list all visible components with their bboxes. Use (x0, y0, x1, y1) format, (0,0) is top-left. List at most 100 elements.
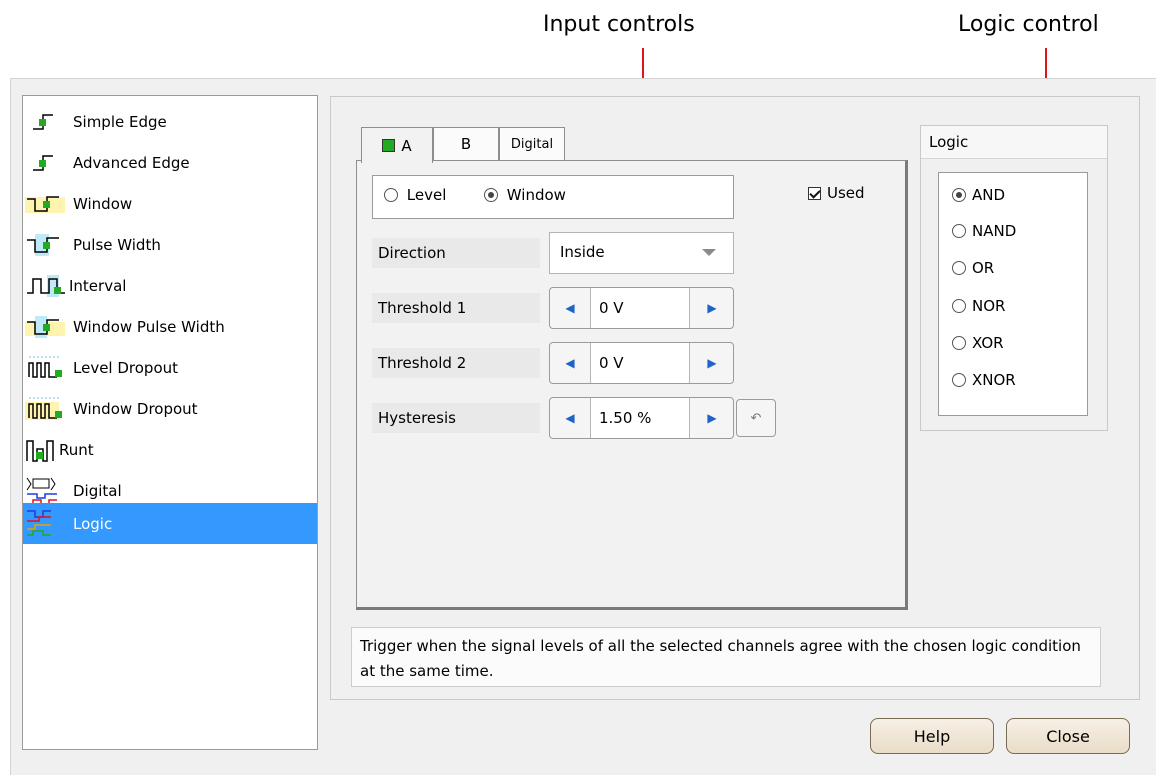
logic-option-label: OR (972, 259, 995, 277)
hysteresis-value[interactable]: 1.50 % (590, 398, 690, 438)
used-checkbox[interactable] (808, 186, 821, 200)
tab-content (356, 160, 908, 610)
list-item-logic[interactable]: Logic (23, 503, 317, 544)
digital-icon (26, 477, 57, 505)
list-item-window-dropout[interactable]: Window Dropout (23, 390, 317, 428)
window-icon (25, 196, 65, 213)
callout-logic-control: Logic control (958, 12, 1099, 37)
arrow-left-icon: ◀ (565, 411, 575, 425)
decrement-button[interactable]: ◀ (550, 398, 590, 438)
radio-button[interactable] (952, 261, 966, 275)
logic-option-label: NOR (972, 297, 1006, 315)
window-dropout-icon (25, 397, 62, 420)
tab-digital[interactable]: Digital (499, 127, 565, 160)
direction-value: Inside (560, 243, 605, 261)
list-item-label: Interval (69, 277, 127, 295)
radio-button[interactable] (952, 299, 966, 313)
used-label: Used (827, 184, 865, 202)
hysteresis-reset-button[interactable]: ↶ (736, 399, 776, 437)
logic-group-title: Logic (921, 126, 1107, 159)
logic-option-or[interactable]: OR (952, 256, 994, 280)
arrow-right-icon: ▶ (707, 301, 717, 315)
tab-b-label: B (460, 135, 472, 153)
threshold1-stepper[interactable]: ◀ 0 V ▶ (549, 287, 734, 329)
list-item-interval[interactable]: Interval (23, 267, 317, 305)
list-item-simple-edge[interactable]: Simple Edge (23, 103, 317, 141)
decrement-button[interactable]: ◀ (550, 343, 590, 383)
logic-option-label: XNOR (972, 371, 1016, 389)
list-item-label: Window Pulse Width (73, 318, 225, 336)
chevron-down-icon (702, 249, 716, 256)
radio-level-label: Level (406, 186, 447, 204)
pulse-width-icon (27, 234, 59, 256)
window-pulse-width-icon (25, 316, 65, 338)
tab-digital-label: Digital (510, 136, 554, 152)
threshold1-label: Threshold 1 (372, 293, 540, 323)
tab-a-enabled-checkbox[interactable] (382, 139, 396, 152)
tab-a-label: A (401, 136, 412, 155)
trigger-type-list[interactable]: Simple Edge Advanced Edge Window Pulse W… (22, 95, 318, 750)
direction-label: Direction (372, 238, 540, 268)
threshold2-label: Threshold 2 (372, 348, 540, 378)
radio-button[interactable] (952, 188, 966, 202)
interval-icon (27, 275, 65, 297)
arrow-right-icon: ▶ (707, 411, 717, 425)
logic-option-label: AND (972, 186, 1006, 204)
increment-button[interactable]: ▶ (692, 343, 732, 383)
help-button[interactable]: Help (870, 718, 994, 754)
logic-option-xor[interactable]: XOR (952, 331, 1004, 355)
list-item-pulse-width[interactable]: Pulse Width (23, 226, 317, 264)
used-checkbox-row[interactable]: Used (808, 184, 865, 202)
list-item-runt[interactable]: Runt (23, 431, 317, 469)
radio-button[interactable] (952, 373, 966, 387)
list-item-window[interactable]: Window (23, 185, 317, 223)
list-item-label: Digital (73, 482, 122, 500)
list-item-label: Logic (73, 514, 113, 533)
list-item-label: Runt (59, 441, 94, 459)
arrow-left-icon: ◀ (565, 301, 575, 315)
radio-level-button[interactable] (384, 188, 398, 202)
logic-option-label: NAND (972, 222, 1017, 240)
threshold2-stepper[interactable]: ◀ 0 V ▶ (549, 342, 734, 384)
simple-edge-icon (33, 114, 53, 130)
direction-dropdown[interactable]: Inside (549, 232, 734, 274)
increment-button[interactable]: ▶ (692, 288, 732, 328)
hysteresis-label: Hysteresis (372, 403, 540, 433)
list-item-label: Window Dropout (73, 400, 198, 418)
tab-b[interactable]: B (433, 127, 499, 160)
logic-option-xnor[interactable]: XNOR (952, 368, 1016, 392)
logic-option-nor[interactable]: NOR (952, 294, 1005, 318)
radio-level[interactable]: Level (384, 186, 446, 204)
threshold1-value[interactable]: 0 V (590, 288, 690, 328)
advanced-edge-icon (33, 155, 53, 171)
close-button[interactable]: Close (1006, 718, 1130, 754)
arrow-left-icon: ◀ (565, 356, 575, 370)
list-item-label: Pulse Width (73, 236, 161, 254)
list-item-window-pulse-width[interactable]: Window Pulse Width (23, 308, 317, 346)
hysteresis-stepper[interactable]: ◀ 1.50 % ▶ (549, 397, 734, 439)
logic-option-and[interactable]: AND (952, 183, 1005, 207)
radio-window-label: Window (506, 186, 566, 204)
level-dropout-icon (28, 356, 62, 378)
arrow-right-icon: ▶ (707, 356, 717, 370)
radio-window[interactable]: Window (484, 186, 566, 204)
logic-option-label: XOR (972, 334, 1004, 352)
logic-icon (27, 510, 51, 536)
list-item-label: Level Dropout (73, 359, 179, 377)
radio-window-button[interactable] (484, 188, 498, 202)
callout-input-controls: Input controls (543, 12, 695, 37)
logic-option-nand[interactable]: NAND (952, 219, 1016, 243)
increment-button[interactable]: ▶ (692, 398, 732, 438)
list-item-level-dropout[interactable]: Level Dropout (23, 349, 317, 387)
list-item-advanced-edge[interactable]: Advanced Edge (23, 144, 317, 182)
undo-icon: ↶ (750, 410, 762, 426)
list-item-label: Simple Edge (73, 113, 167, 131)
radio-button[interactable] (952, 224, 966, 238)
threshold2-value[interactable]: 0 V (590, 343, 690, 383)
radio-button[interactable] (952, 336, 966, 350)
list-item-label: Window (73, 195, 133, 213)
tab-a[interactable]: A (361, 127, 433, 163)
list-item-label: Advanced Edge (73, 154, 190, 172)
decrement-button[interactable]: ◀ (550, 288, 590, 328)
trigger-description: Trigger when the signal levels of all th… (351, 627, 1101, 687)
